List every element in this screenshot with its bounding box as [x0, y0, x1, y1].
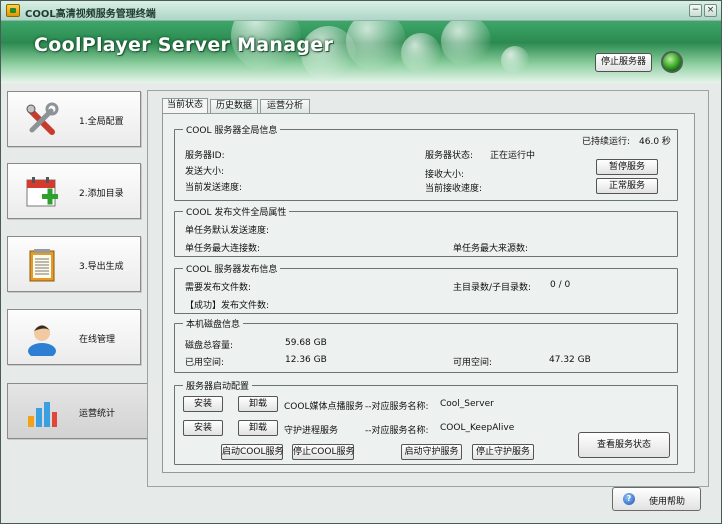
uptime-value: 46.0 秒 — [639, 137, 671, 147]
files-to-publish-label: 需要发布文件数: — [185, 283, 252, 293]
server-status-value: 正在运行中 — [490, 151, 536, 161]
published-ok-label: 【成功】发布文件数: — [185, 301, 270, 311]
sidebar-item-label: 运营统计 — [79, 409, 116, 419]
decor-bubble — [401, 33, 441, 73]
stop-cool-service-button[interactable]: 停止COOL服务 — [292, 444, 354, 460]
decor-bubble — [346, 21, 406, 71]
task-default-speed-label: 单任务默认发送速度: — [185, 226, 270, 236]
server-status-indicator-icon — [661, 51, 683, 73]
decor-bubble — [441, 21, 491, 66]
calendar-add-icon — [26, 177, 58, 207]
dir-count-label: 主目录数/子目录数: — [453, 283, 532, 293]
sidebar-item-add-directory[interactable]: 2.添加目录 — [7, 163, 141, 219]
disk-used-label: 已用空间: — [185, 358, 225, 368]
publish-props-group: COOL 发布文件全局属性 单任务默认发送速度: 单任务最大连接数: 单任务最大… — [174, 205, 678, 257]
send-speed-label: 当前发送速度: — [185, 183, 243, 193]
start-cool-service-button[interactable]: 启动COOL服务 — [221, 444, 283, 460]
stop-guard-service-button[interactable]: 停止守护服务 — [472, 444, 534, 460]
disk-info-group: 本机磁盘信息 磁盘总容量: 59.68 GB 已用空间: 12.36 GB 可用… — [174, 317, 678, 373]
group-title: 服务器启动配置 — [183, 379, 253, 392]
sidebar-item-operation-stats[interactable]: 运营统计 — [7, 383, 148, 439]
stop-server-button[interactable]: 停止服务器 — [595, 53, 652, 72]
recv-size-label: 接收大小: — [425, 170, 465, 180]
uptime-label: 已持续运行: — [582, 137, 631, 147]
sidebar-item-label: 在线管理 — [79, 335, 116, 345]
close-icon: × — [706, 5, 715, 15]
task-max-source-label: 单任务最大来源数: — [453, 244, 529, 254]
sidebar-item-label: 3.导出生成 — [79, 262, 124, 272]
tab-current-status[interactable]: 当前状态 — [162, 98, 208, 113]
global-info-group: COOL 服务器全局信息 已持续运行: 46.0 秒 服务器ID: 服务器状态:… — [174, 123, 678, 201]
group-title: COOL 服务器全局信息 — [183, 123, 281, 136]
normal-service-button[interactable]: 正常服务 — [596, 178, 658, 194]
decor-bubble — [501, 46, 529, 74]
close-button[interactable]: × — [704, 4, 717, 17]
publish-info-group: COOL 服务器发布信息 需要发布文件数: 主目录数/子目录数: 0 / 0 【… — [174, 262, 678, 314]
group-title: 本机磁盘信息 — [183, 317, 244, 330]
view-service-status-button[interactable]: 查看服务状态 — [578, 432, 670, 458]
minimize-icon: − — [691, 5, 700, 15]
tab-history[interactable]: 历史数据 — [210, 99, 258, 113]
start-guard-service-button[interactable]: 启动守护服务 — [401, 444, 462, 460]
dir-count-value: 0 / 0 — [550, 280, 571, 290]
banner-title: CoolPlayer Server Manager — [34, 34, 334, 56]
send-size-label: 发送大小: — [185, 167, 225, 177]
minimize-button[interactable]: − — [689, 4, 702, 17]
server-id-label: 服务器ID: — [185, 151, 225, 161]
mapping-label: --对应服务名称: — [365, 402, 429, 412]
mapping-value: Cool_Server — [440, 399, 494, 409]
sidebar-item-label: 1.全局配置 — [79, 117, 124, 127]
app-window: COOL高清视频服务管理终端 − × CoolPlayer Server Man… — [0, 0, 722, 524]
sidebar-item-online-management[interactable]: 在线管理 — [7, 309, 141, 365]
disk-free-label: 可用空间: — [453, 358, 493, 368]
server-status-label: 服务器状态: — [425, 151, 474, 161]
guard-service-name: 守护进程服务 — [284, 426, 339, 436]
header-banner: CoolPlayer Server Manager 停止服务器 — [1, 21, 721, 83]
tab-operation-analysis[interactable]: 运营分析 — [260, 99, 310, 113]
install-media-service-button[interactable]: 安装 — [183, 396, 223, 412]
help-button[interactable]: ? 使用帮助 — [612, 487, 701, 511]
disk-free-value: 47.32 GB — [549, 355, 591, 365]
recv-speed-label: 当前接收速度: — [425, 184, 483, 194]
main-content: 当前状态 历史数据 运营分析 COOL 服务器全局信息 已持续运行: 46.0 … — [147, 90, 709, 487]
mapping-value: COOL_KeepAlive — [440, 423, 515, 433]
group-title: COOL 服务器发布信息 — [183, 262, 281, 275]
sidebar-item-global-config[interactable]: 1.全局配置 — [7, 91, 141, 147]
sidebar-item-export[interactable]: 3.导出生成 — [7, 236, 141, 292]
pause-service-button[interactable]: 暂停服务 — [596, 159, 658, 175]
title-bar[interactable]: COOL高清视频服务管理终端 − × — [1, 1, 721, 21]
sidebar-item-label: 2.添加目录 — [79, 189, 124, 199]
startup-config-group: 服务器启动配置 安装 卸载 COOL媒体点播服务 --对应服务名称: Cool_… — [174, 379, 678, 465]
group-title: COOL 发布文件全局属性 — [183, 205, 290, 218]
notepad-icon — [29, 249, 55, 282]
help-label: 使用帮助 — [649, 497, 686, 507]
tools-icon — [26, 102, 59, 135]
uninstall-media-service-button[interactable]: 卸载 — [238, 396, 278, 412]
disk-total-label: 磁盘总容量: — [185, 341, 234, 351]
user-icon — [28, 325, 56, 356]
mapping-label: --对应服务名称: — [365, 426, 429, 436]
bar-chart-icon — [28, 402, 57, 427]
window-title: COOL高清视频服务管理终端 — [25, 9, 156, 20]
app-logo-icon — [6, 4, 20, 17]
media-service-name: COOL媒体点播服务 — [284, 402, 364, 412]
tab-panel: COOL 服务器全局信息 已持续运行: 46.0 秒 服务器ID: 服务器状态:… — [162, 113, 695, 473]
install-guard-service-button[interactable]: 安装 — [183, 420, 223, 436]
task-max-conn-label: 单任务最大连接数: — [185, 244, 261, 254]
uninstall-guard-service-button[interactable]: 卸载 — [238, 420, 278, 436]
help-icon: ? — [623, 493, 635, 505]
disk-used-value: 12.36 GB — [285, 355, 327, 365]
disk-total-value: 59.68 GB — [285, 338, 327, 348]
